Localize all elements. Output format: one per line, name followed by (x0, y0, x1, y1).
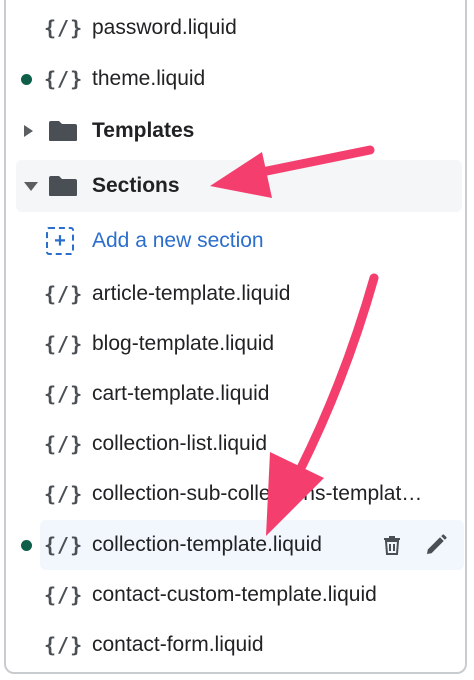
file-item-blog-template[interactable]: {/} blog-template.liquid (6, 320, 466, 368)
file-item-label: collection-list.liquid (92, 432, 268, 455)
chevron-right-icon[interactable] (24, 125, 33, 137)
code-braces-icon: {/} (44, 282, 84, 306)
file-item-label: article-template.liquid (92, 282, 291, 305)
file-item-collection-sub-collections[interactable]: {/} collection-sub-collections-templat… (6, 470, 466, 518)
folder-item-sections[interactable]: Sections (6, 162, 466, 210)
code-braces-icon: {/} (44, 533, 84, 557)
file-item-contact-form[interactable]: {/} contact-form.liquid (6, 621, 466, 669)
file-item-label: cart-template.liquid (92, 382, 270, 405)
chevron-down-icon[interactable] (24, 181, 38, 191)
theme-file-tree: {/} password.liquid {/} theme.liquid Tem… (4, 0, 467, 674)
file-item-label: contact-custom-template.liquid (92, 583, 377, 606)
file-item-contact-custom-template[interactable]: {/} contact-custom-template.liquid (6, 571, 466, 619)
code-braces-icon: {/} (44, 16, 84, 40)
code-braces-icon: {/} (44, 332, 84, 356)
file-item-label: collection-template.liquid (92, 533, 322, 556)
file-item-label: contact-form.liquid (92, 633, 264, 656)
file-item-label: collection-sub-collections-templat… (92, 482, 423, 505)
modified-indicator-icon (21, 539, 32, 551)
folder-item-label: Templates (92, 119, 195, 142)
code-braces-icon: {/} (44, 67, 84, 91)
folder-icon (49, 176, 77, 196)
file-item-label: theme.liquid (92, 67, 206, 90)
file-item-collection-list[interactable]: {/} collection-list.liquid (6, 420, 466, 468)
add-section-link[interactable]: + Add a new section (6, 217, 466, 265)
file-item-collection-template[interactable]: {/} collection-template.liquid (6, 521, 466, 569)
file-item-label: blog-template.liquid (92, 332, 275, 355)
pencil-icon[interactable] (424, 533, 448, 557)
code-braces-icon: {/} (44, 633, 84, 657)
code-braces-icon: {/} (44, 382, 84, 406)
file-item-theme[interactable]: {/} theme.liquid (6, 55, 466, 103)
add-section-label: Add a new section (92, 229, 264, 252)
trash-icon[interactable] (380, 533, 404, 557)
file-item-password[interactable]: {/} password.liquid (6, 4, 466, 52)
file-item-cart-template[interactable]: {/} cart-template.liquid (6, 370, 466, 418)
file-item-label: password.liquid (92, 16, 237, 39)
folder-item-templates[interactable]: Templates (6, 107, 466, 155)
code-braces-icon: {/} (44, 482, 84, 506)
folder-item-label: Sections (92, 174, 180, 197)
code-braces-icon: {/} (44, 583, 84, 607)
modified-indicator-icon (21, 73, 32, 85)
folder-icon (49, 121, 77, 141)
file-item-article-template[interactable]: {/} article-template.liquid (6, 270, 466, 318)
add-section-icon: + (46, 227, 74, 255)
code-braces-icon: {/} (44, 432, 84, 456)
